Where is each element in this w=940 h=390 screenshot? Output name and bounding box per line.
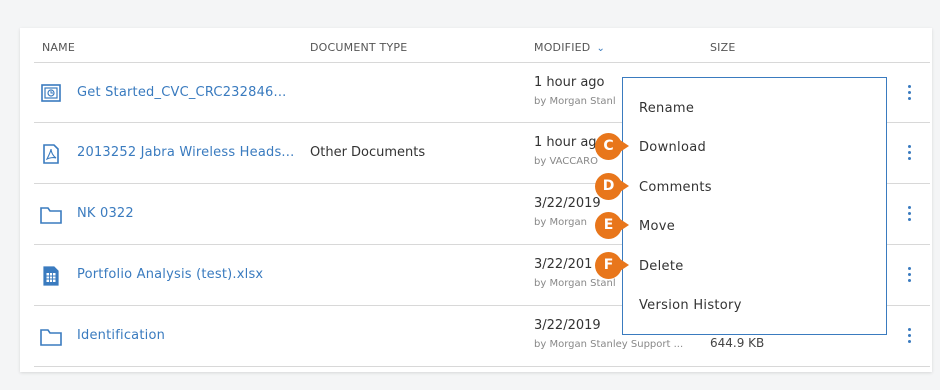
file-name-link[interactable]: Identification xyxy=(77,328,165,343)
callout-badge-d: D xyxy=(595,173,622,200)
more-options-icon[interactable] xyxy=(902,82,916,104)
column-header-modified[interactable]: MODIFIED ⌄ xyxy=(534,41,605,54)
modified-time: 3/22/201 xyxy=(534,257,593,272)
modified-time: 1 hour ag xyxy=(534,135,597,150)
file-name-link[interactable]: Portfolio Analysis (test).xlsx xyxy=(77,267,263,282)
modified-time: 3/22/2019 xyxy=(534,196,601,211)
presentation-icon xyxy=(40,84,62,104)
modified-by: by Morgan Stanley Support ... xyxy=(534,339,684,350)
chevron-down-icon[interactable]: ⌄ xyxy=(596,43,605,54)
context-menu: Rename Download Comments Move Delete Ver… xyxy=(622,77,887,335)
spreadsheet-icon xyxy=(40,266,62,286)
more-options-icon[interactable] xyxy=(902,264,916,286)
modified-by: by VACCARO xyxy=(534,156,598,167)
file-name-link[interactable]: NK 0322 xyxy=(77,206,134,221)
menu-item-comments[interactable]: Comments xyxy=(639,180,712,195)
callout-badge-e: E xyxy=(595,212,622,239)
more-options-icon[interactable] xyxy=(902,142,916,164)
document-type: Other Documents xyxy=(310,145,426,160)
menu-item-move[interactable]: Move xyxy=(639,219,675,234)
table-header: NAME DOCUMENT TYPE MODIFIED ⌄ SIZE xyxy=(20,28,932,62)
column-header-size[interactable]: SIZE xyxy=(710,41,736,54)
file-name-link[interactable]: Get Started_CVC_CRC232846... xyxy=(77,85,287,100)
file-name-link[interactable]: 2013252 Jabra Wireless Heads... xyxy=(77,145,294,160)
callout-badge-f: F xyxy=(595,252,622,279)
menu-item-download[interactable]: Download xyxy=(639,140,706,155)
menu-item-version-history[interactable]: Version History xyxy=(639,298,742,313)
menu-item-rename[interactable]: Rename xyxy=(639,101,694,116)
callout-badge-c: C xyxy=(595,133,622,160)
column-header-modified-label: MODIFIED xyxy=(534,41,591,54)
column-header-name[interactable]: NAME xyxy=(42,41,75,54)
modified-by: by Morgan Stanl xyxy=(534,278,616,289)
more-options-icon[interactable] xyxy=(902,325,916,347)
menu-item-delete[interactable]: Delete xyxy=(639,259,684,274)
pdf-icon xyxy=(40,144,62,164)
folder-icon xyxy=(40,327,62,347)
modified-by: by Morgan Stanl xyxy=(534,96,616,107)
file-size: 644.9 KB xyxy=(710,336,765,350)
modified-time: 1 hour ago xyxy=(534,75,605,90)
modified-by: by Morgan xyxy=(534,217,587,228)
modified-time: 3/22/2019 xyxy=(534,318,601,333)
folder-icon xyxy=(40,205,62,225)
column-header-document-type[interactable]: DOCUMENT TYPE xyxy=(310,41,407,54)
more-options-icon[interactable] xyxy=(902,203,916,225)
